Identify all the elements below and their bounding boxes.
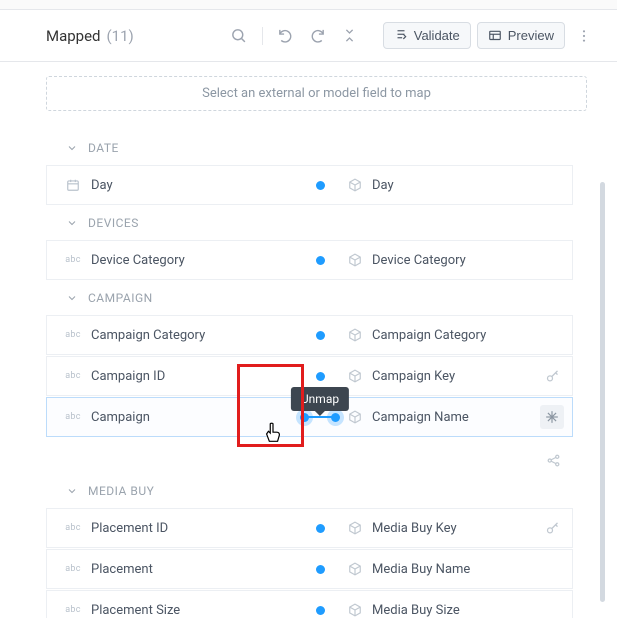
left-label: Device Category <box>91 253 185 268</box>
right-label: Day <box>372 178 394 193</box>
text-type-icon: abc <box>65 371 81 381</box>
chevron-down-icon <box>66 292 78 304</box>
section-campaign[interactable]: CAMPAIGN <box>46 281 573 315</box>
header-title: Mapped <box>46 27 101 45</box>
key-icon[interactable] <box>540 516 564 540</box>
mapping-row-placement-size[interactable]: abc Placement Size Media Buy Size <box>46 590 573 618</box>
unmap-tooltip: Unmap <box>291 387 349 411</box>
mapping-row-device-category[interactable]: abc Device Category Device Category <box>46 240 573 280</box>
right-label: Media Buy Key <box>372 521 457 536</box>
calendar-icon <box>65 178 81 192</box>
preview-button[interactable]: Preview <box>477 22 565 49</box>
section-media-buy[interactable]: MEDIA BUY <box>46 482 573 508</box>
chevron-down-icon <box>66 217 78 229</box>
chevron-down-icon <box>66 485 78 497</box>
undo-icon[interactable] <box>273 23 299 49</box>
mapping-row-day[interactable]: Day Day <box>46 165 573 205</box>
left-label: Campaign ID <box>91 369 165 384</box>
preview-icon <box>488 29 502 43</box>
cube-icon <box>348 328 362 342</box>
left-label: Day <box>91 178 113 193</box>
mapping-row-campaign[interactable]: abc Campaign Unmap Campaign Name <box>46 397 573 437</box>
more-icon[interactable] <box>571 23 597 49</box>
cube-icon <box>348 410 362 424</box>
right-label: Device Category <box>372 253 466 268</box>
key-icon[interactable] <box>540 364 564 388</box>
search-icon[interactable] <box>226 23 252 49</box>
cube-icon <box>348 369 362 383</box>
hint-text: Select an external or model field to map <box>46 76 587 111</box>
right-label: Campaign Key <box>372 369 455 384</box>
header-count: (11) <box>107 27 134 45</box>
left-label: Placement Size <box>91 603 180 618</box>
chevron-down-icon <box>66 142 78 154</box>
left-label: Placement <box>91 562 153 577</box>
mapping-row-placement[interactable]: abc Placement Media Buy Name <box>46 549 573 589</box>
left-label: Placement ID <box>91 521 168 536</box>
cube-icon <box>348 253 362 267</box>
snowflake-icon[interactable] <box>540 405 564 429</box>
cube-icon <box>348 521 362 535</box>
validate-button[interactable]: Validate <box>383 22 471 49</box>
text-type-icon: abc <box>65 605 81 615</box>
right-label: Campaign Name <box>372 410 469 425</box>
text-type-icon: abc <box>65 523 81 533</box>
section-devices[interactable]: DEVICES <box>46 206 573 240</box>
cube-icon <box>348 562 362 576</box>
cube-icon <box>348 603 362 617</box>
section-date[interactable]: DATE <box>46 131 573 165</box>
right-label: Campaign Category <box>372 328 486 343</box>
right-label: Media Buy Size <box>372 603 460 618</box>
cube-icon <box>348 178 362 192</box>
mapping-row-campaign-category[interactable]: abc Campaign Category Campaign Category <box>46 315 573 355</box>
text-type-icon: abc <box>65 564 81 574</box>
right-label: Media Buy Name <box>372 562 470 577</box>
collapse-icon[interactable] <box>337 23 363 49</box>
redo-icon[interactable] <box>305 23 331 49</box>
text-type-icon: abc <box>65 330 81 340</box>
scrollbar[interactable] <box>600 182 605 602</box>
text-type-icon: abc <box>65 255 81 265</box>
header: Mapped (11) Validate Preview <box>0 10 617 62</box>
validate-icon <box>394 29 408 43</box>
left-label: Campaign Category <box>91 328 205 343</box>
mapping-row-placement-id[interactable]: abc Placement ID Media Buy Key <box>46 508 573 548</box>
share-icon[interactable] <box>541 448 565 472</box>
left-label: Campaign <box>91 410 150 425</box>
text-type-icon: abc <box>65 412 81 422</box>
